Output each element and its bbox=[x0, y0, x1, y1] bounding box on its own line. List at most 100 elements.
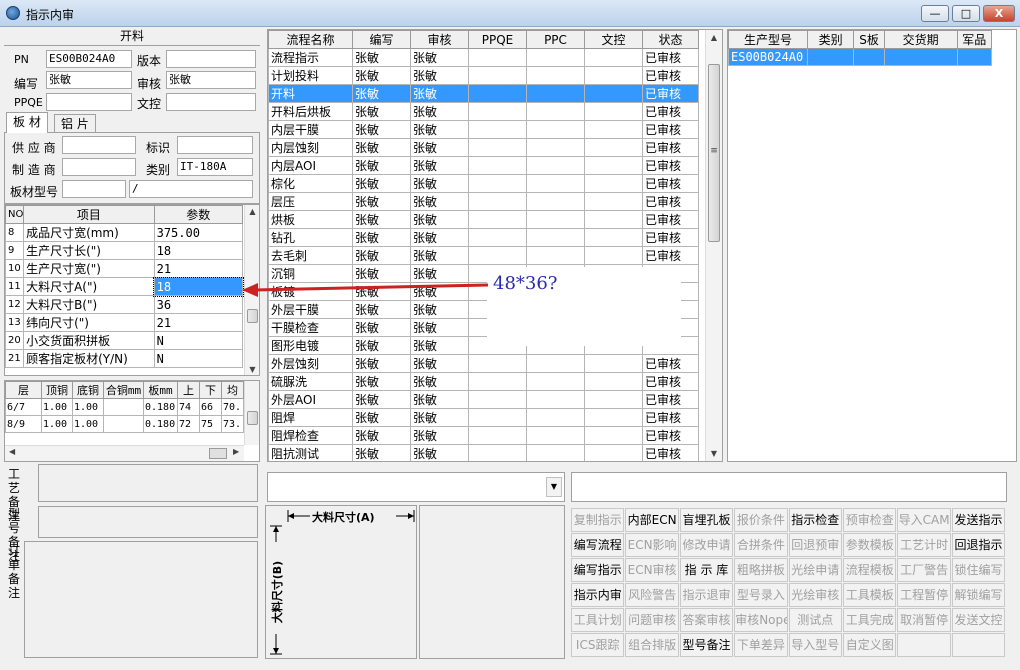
table-row[interactable]: 8/9 1.00 1.00 0.180 72 75 73. bbox=[5, 415, 244, 433]
model-grid-header[interactable]: 军品 bbox=[956, 30, 993, 49]
action-button[interactable]: 发送文控 bbox=[951, 608, 1006, 632]
layers-header[interactable]: 底铜 bbox=[72, 381, 104, 399]
param-value[interactable]: N bbox=[153, 349, 244, 368]
action-button[interactable]: ICS跟踪 bbox=[571, 633, 625, 657]
table-row[interactable]: 内层干膜 张敏 张敏 已审核 bbox=[268, 120, 699, 139]
layers-header[interactable]: 上 bbox=[177, 381, 200, 399]
chevron-down-icon[interactable]: ▼ bbox=[546, 477, 562, 497]
action-button[interactable]: 发送指示 bbox=[951, 508, 1006, 532]
params-header-value[interactable]: 参数 bbox=[153, 205, 244, 224]
table-row[interactable]: 开料 张敏 张敏 已审核 bbox=[268, 84, 699, 103]
table-row[interactable]: 6/7 1.00 1.00 0.180 74 66 70. bbox=[5, 398, 244, 416]
action-button[interactable]: 参数模板 bbox=[843, 533, 897, 557]
table-row[interactable]: 9 生产尺寸长(") 18 bbox=[5, 241, 244, 260]
scroll-down-arrow-icon[interactable]: ▼ bbox=[706, 449, 722, 458]
reviewer-field[interactable]: 张敏 bbox=[166, 71, 256, 89]
scroll-up-arrow-icon[interactable]: ▲ bbox=[706, 33, 722, 42]
pn-field[interactable]: ES00B024A0 bbox=[46, 50, 132, 68]
table-row[interactable]: 烘板 张敏 张敏 已审核 bbox=[268, 210, 699, 229]
action-button[interactable]: 编写流程 bbox=[571, 533, 625, 557]
action-button[interactable]: 流程模板 bbox=[843, 558, 897, 582]
table-row[interactable]: 流程指示 张敏 张敏 已审核 bbox=[268, 48, 699, 67]
action-button[interactable]: 修改申请 bbox=[679, 533, 734, 557]
model-grid-header[interactable]: 生产型号 bbox=[728, 30, 808, 49]
flow-header[interactable]: 编写 bbox=[352, 30, 411, 49]
table-row[interactable]: 层压 张敏 张敏 已审核 bbox=[268, 192, 699, 211]
layers-header[interactable]: 下 bbox=[199, 381, 222, 399]
action-button[interactable]: 光绘申请 bbox=[788, 558, 842, 582]
table-row[interactable]: 开料后烘板 张敏 张敏 已审核 bbox=[268, 102, 699, 121]
flow-header[interactable]: PPQE bbox=[468, 30, 527, 49]
action-button[interactable]: 工艺计时 bbox=[897, 533, 951, 557]
scroll-down-arrow-icon[interactable]: ▼ bbox=[245, 365, 259, 374]
supplier-field[interactable] bbox=[62, 136, 136, 154]
flow-header[interactable]: 状态 bbox=[642, 30, 699, 49]
model-grid-header[interactable]: S板 bbox=[853, 30, 885, 49]
board-model-field[interactable] bbox=[62, 180, 126, 198]
table-row[interactable]: 12 大料尺寸B(") 36 bbox=[5, 295, 244, 314]
param-value[interactable]: 18 bbox=[153, 276, 244, 297]
writer-field[interactable]: 张敏 bbox=[46, 71, 132, 89]
action-button[interactable]: 工厂警告 bbox=[897, 558, 951, 582]
param-value[interactable]: 18 bbox=[153, 241, 244, 260]
maker-field[interactable] bbox=[62, 158, 136, 176]
action-button[interactable]: 答案审核 bbox=[679, 608, 734, 632]
tab-aluminum[interactable]: 铝 片 bbox=[54, 114, 96, 134]
action-button[interactable]: 型号备注 bbox=[679, 633, 734, 657]
model-grid-header[interactable]: 交货期 bbox=[883, 30, 958, 49]
minimize-button[interactable]: — bbox=[921, 5, 949, 22]
action-button[interactable]: 锁住编写 bbox=[951, 558, 1006, 582]
table-row[interactable]: 8 成品尺寸宽(mm) 375.00 bbox=[5, 223, 244, 242]
mark-field[interactable] bbox=[177, 136, 253, 154]
action-button[interactable]: 内部ECN bbox=[625, 508, 679, 532]
table-row[interactable]: 计划投料 张敏 张敏 已审核 bbox=[268, 66, 699, 85]
action-button[interactable]: 预审检查 bbox=[843, 508, 897, 532]
params-header-no[interactable]: NO bbox=[5, 205, 25, 224]
action-button[interactable]: 下单差异 bbox=[734, 633, 788, 657]
action-button[interactable]: 工具模板 bbox=[843, 583, 897, 607]
flow-header[interactable]: PPC bbox=[526, 30, 585, 49]
param-value[interactable]: 21 bbox=[153, 259, 244, 278]
action-button[interactable]: 粗略拼板 bbox=[734, 558, 788, 582]
tab-board-material[interactable]: 板 材 bbox=[6, 112, 48, 133]
scroll-right-arrow-icon[interactable]: ▶ bbox=[233, 447, 239, 456]
doc-control-field[interactable] bbox=[166, 93, 256, 111]
table-row[interactable]: 10 生产尺寸宽(") 21 bbox=[5, 259, 244, 278]
param-value[interactable]: N bbox=[153, 331, 244, 350]
table-row[interactable]: 钻孔 张敏 张敏 已审核 bbox=[268, 228, 699, 247]
table-row[interactable]: 20 小交货面积拼板 N bbox=[5, 331, 244, 350]
action-button[interactable]: 合拼条件 bbox=[734, 533, 788, 557]
action-button[interactable]: 工程暂停 bbox=[897, 583, 951, 607]
action-button[interactable]: 回退预审 bbox=[788, 533, 842, 557]
flow-header[interactable]: 文控 bbox=[584, 30, 643, 49]
table-row[interactable]: 阻焊 张敏 张敏 已审核 bbox=[268, 408, 699, 427]
action-button[interactable]: 测试点 bbox=[788, 608, 842, 632]
action-button[interactable]: 工具完成 bbox=[843, 608, 897, 632]
flow-header[interactable]: 流程名称 bbox=[268, 30, 353, 49]
param-value[interactable]: 375.00 bbox=[153, 223, 244, 242]
action-button[interactable]: 导入型号 bbox=[788, 633, 842, 657]
layers-scrollbar-v[interactable] bbox=[244, 381, 259, 445]
flow-header[interactable]: 审核 bbox=[410, 30, 469, 49]
table-row[interactable]: 阻抗测试 张敏 张敏 已审核 bbox=[268, 444, 699, 461]
layers-scrollbar-h[interactable]: ◀ ▶ bbox=[5, 445, 244, 461]
param-value[interactable]: 36 bbox=[153, 295, 244, 314]
model-grid-header[interactable]: 类别 bbox=[806, 30, 855, 49]
action-button[interactable]: 指示内审 bbox=[571, 583, 625, 607]
action-button[interactable]: 指示退审 bbox=[679, 583, 734, 607]
maximize-button[interactable]: □ bbox=[952, 5, 980, 22]
action-button[interactable]: 审核Nope bbox=[734, 608, 788, 632]
table-row[interactable]: 内层蚀刻 张敏 张敏 已审核 bbox=[268, 138, 699, 157]
scroll-thumb[interactable] bbox=[247, 309, 258, 323]
params-header-item[interactable]: 项目 bbox=[23, 205, 155, 224]
action-button[interactable]: 工具计划 bbox=[571, 608, 625, 632]
param-value[interactable]: 21 bbox=[153, 313, 244, 332]
table-row[interactable]: 21 顾客指定板材(Y/N) N bbox=[5, 349, 244, 368]
table-row[interactable]: 去毛刺 张敏 张敏 已审核 bbox=[268, 246, 699, 265]
table-row[interactable]: 棕化 张敏 张敏 已审核 bbox=[268, 174, 699, 193]
action-button[interactable]: ECN审核 bbox=[625, 558, 679, 582]
board-model-field-2[interactable]: / bbox=[129, 180, 253, 198]
bottom-dropdown[interactable]: ▼ bbox=[267, 472, 565, 502]
table-row[interactable]: 11 大料尺寸A(") 18 bbox=[5, 276, 244, 297]
action-button[interactable]: 自定义图 bbox=[843, 633, 897, 657]
